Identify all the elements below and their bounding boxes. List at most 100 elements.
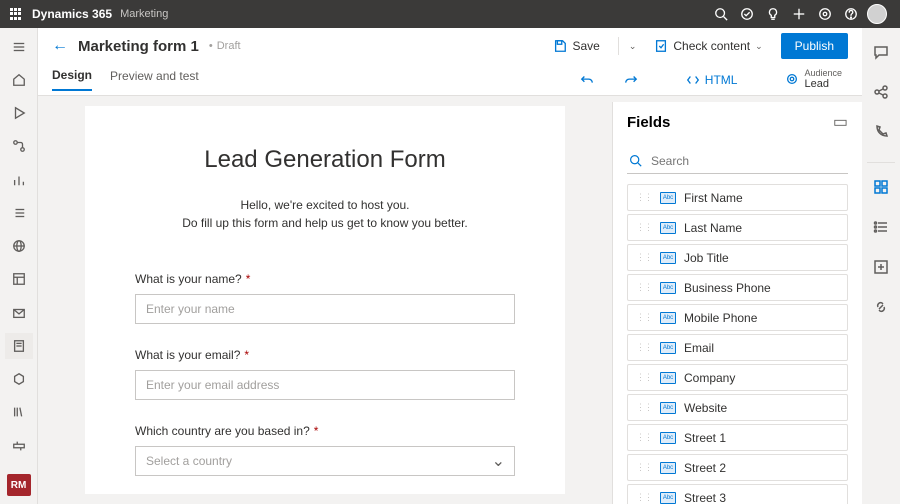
audience-button[interactable]: Audience Lead (779, 69, 848, 91)
tab-preview[interactable]: Preview and test (110, 69, 199, 90)
library-icon[interactable] (5, 400, 33, 425)
form-icon[interactable] (5, 333, 33, 358)
html-toggle[interactable]: HTML (680, 73, 744, 87)
grip-icon: ⋮⋮ (636, 192, 652, 203)
field-item-label: Email (684, 341, 714, 355)
grip-icon: ⋮⋮ (636, 312, 652, 323)
menu-icon[interactable] (5, 34, 33, 59)
fields-search-input[interactable] (627, 148, 848, 174)
right-nav (862, 28, 900, 504)
field-item-label: Website (684, 401, 727, 415)
user-avatar[interactable] (864, 1, 890, 27)
field-item[interactable]: ⋮⋮ Abc Street 3 (627, 484, 848, 504)
share-icon[interactable] (867, 78, 895, 106)
field-type-icon: Abc (660, 252, 676, 264)
check-label: Check content (673, 39, 750, 53)
phone-icon[interactable] (867, 118, 895, 146)
email-input[interactable] (135, 370, 515, 400)
audience-value: Lead (804, 78, 842, 90)
waffle-icon[interactable] (10, 8, 22, 20)
field-item-label: Mobile Phone (684, 311, 757, 325)
field-item-label: Street 2 (684, 461, 726, 475)
email-label: What is your email?* (135, 348, 515, 362)
field-item[interactable]: ⋮⋮AbcStreet 1 (627, 424, 848, 451)
field-type-icon: Abc (660, 222, 676, 234)
form-subtitle: Hello, we're excited to host you. Do fil… (135, 196, 515, 232)
field-item-label: Street 1 (684, 431, 726, 445)
name-label: What is your name?* (135, 272, 515, 286)
field-type-icon: Abc (660, 492, 676, 504)
country-label: Which country are you based in?* (135, 424, 515, 438)
save-button[interactable]: Save (545, 35, 607, 57)
globe-icon[interactable] (5, 234, 33, 259)
form-canvas[interactable]: Lead Generation Form Hello, we're excite… (38, 96, 612, 504)
play-icon[interactable] (5, 101, 33, 126)
redo-button[interactable] (618, 73, 644, 87)
fields-search (627, 148, 848, 174)
field-type-icon: Abc (660, 462, 676, 474)
field-item-label: Street 3 (684, 491, 726, 504)
list-icon[interactable] (5, 200, 33, 225)
grip-icon: ⋮⋮ (636, 342, 652, 353)
field-item[interactable]: ⋮⋮ Abc First Name (627, 184, 848, 211)
field-type-icon: Abc (660, 432, 676, 444)
settings-icon[interactable] (5, 433, 33, 458)
field-item[interactable]: ⋮⋮AbcJob Title (627, 244, 848, 271)
grip-icon: ⋮⋮ (636, 492, 652, 503)
field-item-label: Company (684, 371, 735, 385)
tab-bar: Design Preview and test HTML Audience Le… (38, 64, 862, 96)
field-item[interactable]: ⋮⋮AbcMobile Phone (627, 304, 848, 331)
module-icon[interactable] (5, 367, 33, 392)
field-item[interactable]: ⋮⋮ Abc Street 2 (627, 454, 848, 481)
search-icon[interactable] (708, 1, 734, 27)
field-item[interactable]: ⋮⋮AbcLast Name (627, 214, 848, 241)
brand-name: Dynamics 365 (32, 7, 112, 21)
layout-icon[interactable] (5, 267, 33, 292)
fields-list: ⋮⋮AbcFirst Name⋮⋮AbcLast Name⋮⋮AbcJob Ti… (613, 184, 862, 504)
brand-sub: Marketing (120, 8, 168, 20)
publish-button[interactable]: Publish (781, 33, 848, 59)
html-label: HTML (705, 73, 738, 87)
chevron-down-icon: ⌄ (755, 41, 763, 52)
back-button[interactable]: ← (52, 37, 68, 55)
elements-icon[interactable] (867, 173, 895, 201)
journey-icon[interactable] (5, 134, 33, 159)
country-select[interactable] (135, 446, 515, 476)
persona-badge[interactable]: RM (7, 474, 31, 496)
task-icon[interactable] (734, 1, 760, 27)
field-email: What is your email?* (135, 348, 515, 400)
field-item[interactable]: ⋮⋮AbcBusiness Phone (627, 274, 848, 301)
mail-icon[interactable] (5, 300, 33, 325)
home-icon[interactable] (5, 67, 33, 92)
tab-design[interactable]: Design (52, 68, 92, 91)
check-content-button[interactable]: Check content ⌄ (646, 35, 770, 57)
add-element-icon[interactable] (867, 253, 895, 281)
grip-icon: ⋮⋮ (636, 282, 652, 293)
chat-icon[interactable] (867, 38, 895, 66)
name-input[interactable] (135, 294, 515, 324)
field-item[interactable]: ⋮⋮AbcWebsite (627, 394, 848, 421)
field-item-label: Business Phone (684, 281, 771, 295)
field-type-icon[interactable]: ▭ (833, 112, 848, 132)
save-chevron-icon[interactable]: ⌄ (629, 41, 637, 52)
field-item[interactable]: ⋮⋮AbcEmail (627, 334, 848, 361)
checklist-icon[interactable] (867, 213, 895, 241)
undo-button[interactable] (574, 73, 600, 87)
help-icon[interactable] (838, 1, 864, 27)
field-item-label: First Name (684, 191, 743, 205)
fields-title: Fields (627, 114, 670, 131)
lightbulb-icon[interactable] (760, 1, 786, 27)
grip-icon: ⋮⋮ (636, 372, 652, 383)
add-icon[interactable] (786, 1, 812, 27)
page-title: Marketing form 1 (78, 38, 199, 55)
field-item[interactable]: ⋮⋮AbcCompany (627, 364, 848, 391)
field-type-icon: Abc (660, 192, 676, 204)
grip-icon: ⋮⋮ (636, 222, 652, 233)
link-icon[interactable] (867, 293, 895, 321)
status-badge: Draft (209, 40, 241, 52)
funnel-icon[interactable] (812, 1, 838, 27)
audience-label: Audience (804, 69, 842, 79)
command-bar: ← Marketing form 1 Draft Save ⌄ Check co… (38, 28, 862, 64)
analytics-icon[interactable] (5, 167, 33, 192)
grip-icon: ⋮⋮ (636, 462, 652, 473)
